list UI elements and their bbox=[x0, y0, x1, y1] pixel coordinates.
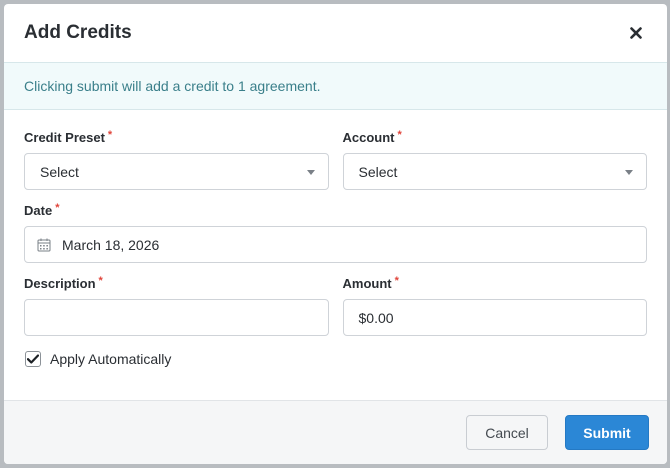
submit-button[interactable]: Submit bbox=[565, 415, 649, 450]
required-marker: * bbox=[55, 202, 60, 214]
description-label: Description * bbox=[24, 275, 103, 292]
info-message: Clicking submit will add a credit to 1 a… bbox=[24, 78, 321, 94]
description-input[interactable] bbox=[24, 299, 329, 336]
credit-preset-select[interactable]: Select bbox=[24, 153, 329, 190]
checkmark-icon bbox=[27, 354, 39, 364]
close-icon[interactable] bbox=[627, 24, 645, 42]
credit-preset-label: Credit Preset * bbox=[24, 129, 113, 146]
amount-input[interactable]: $0.00 bbox=[342, 299, 647, 336]
date-value: March 18, 2026 bbox=[62, 236, 160, 253]
required-marker: * bbox=[98, 275, 103, 287]
credit-preset-field: Credit Preset * Select bbox=[24, 130, 329, 190]
dialog-header: Add Credits bbox=[4, 4, 667, 62]
info-banner: Clicking submit will add a credit to 1 a… bbox=[4, 62, 667, 110]
required-marker: * bbox=[397, 129, 402, 141]
apply-automatically-row: Apply Automatically bbox=[24, 349, 647, 369]
account-field: Account * Select bbox=[342, 129, 647, 190]
account-label: Account * bbox=[342, 129, 402, 146]
amount-field: Amount * $0.00 bbox=[342, 275, 647, 336]
account-select[interactable]: Select bbox=[342, 153, 647, 190]
add-credits-dialog: Add Credits Clicking submit will add a c… bbox=[4, 4, 667, 464]
chevron-down-icon bbox=[625, 170, 633, 175]
date-picker-input[interactable]: March 18, 2026 bbox=[24, 226, 647, 263]
apply-automatically-label: Apply Automatically bbox=[50, 351, 172, 367]
credit-preset-value: Select bbox=[40, 163, 79, 180]
chevron-down-icon bbox=[306, 170, 315, 175]
required-marker: * bbox=[394, 275, 399, 287]
dialog-footer: Cancel Submit bbox=[4, 400, 667, 464]
required-marker: * bbox=[107, 129, 113, 141]
amount-label: Amount * bbox=[342, 275, 399, 292]
calendar-icon bbox=[37, 238, 51, 252]
date-label: Date * bbox=[24, 202, 60, 219]
date-field: Date * March 18, 2026 bbox=[24, 203, 647, 263]
apply-automatically-checkbox[interactable] bbox=[25, 351, 41, 367]
dialog-title: Add Credits bbox=[24, 22, 132, 43]
account-value: Select bbox=[358, 163, 398, 180]
description-field: Description * bbox=[24, 276, 329, 336]
amount-value: $0.00 bbox=[358, 309, 394, 326]
credit-form: Credit Preset * Select Account * Select bbox=[4, 110, 667, 369]
cancel-button[interactable]: Cancel bbox=[466, 415, 548, 450]
